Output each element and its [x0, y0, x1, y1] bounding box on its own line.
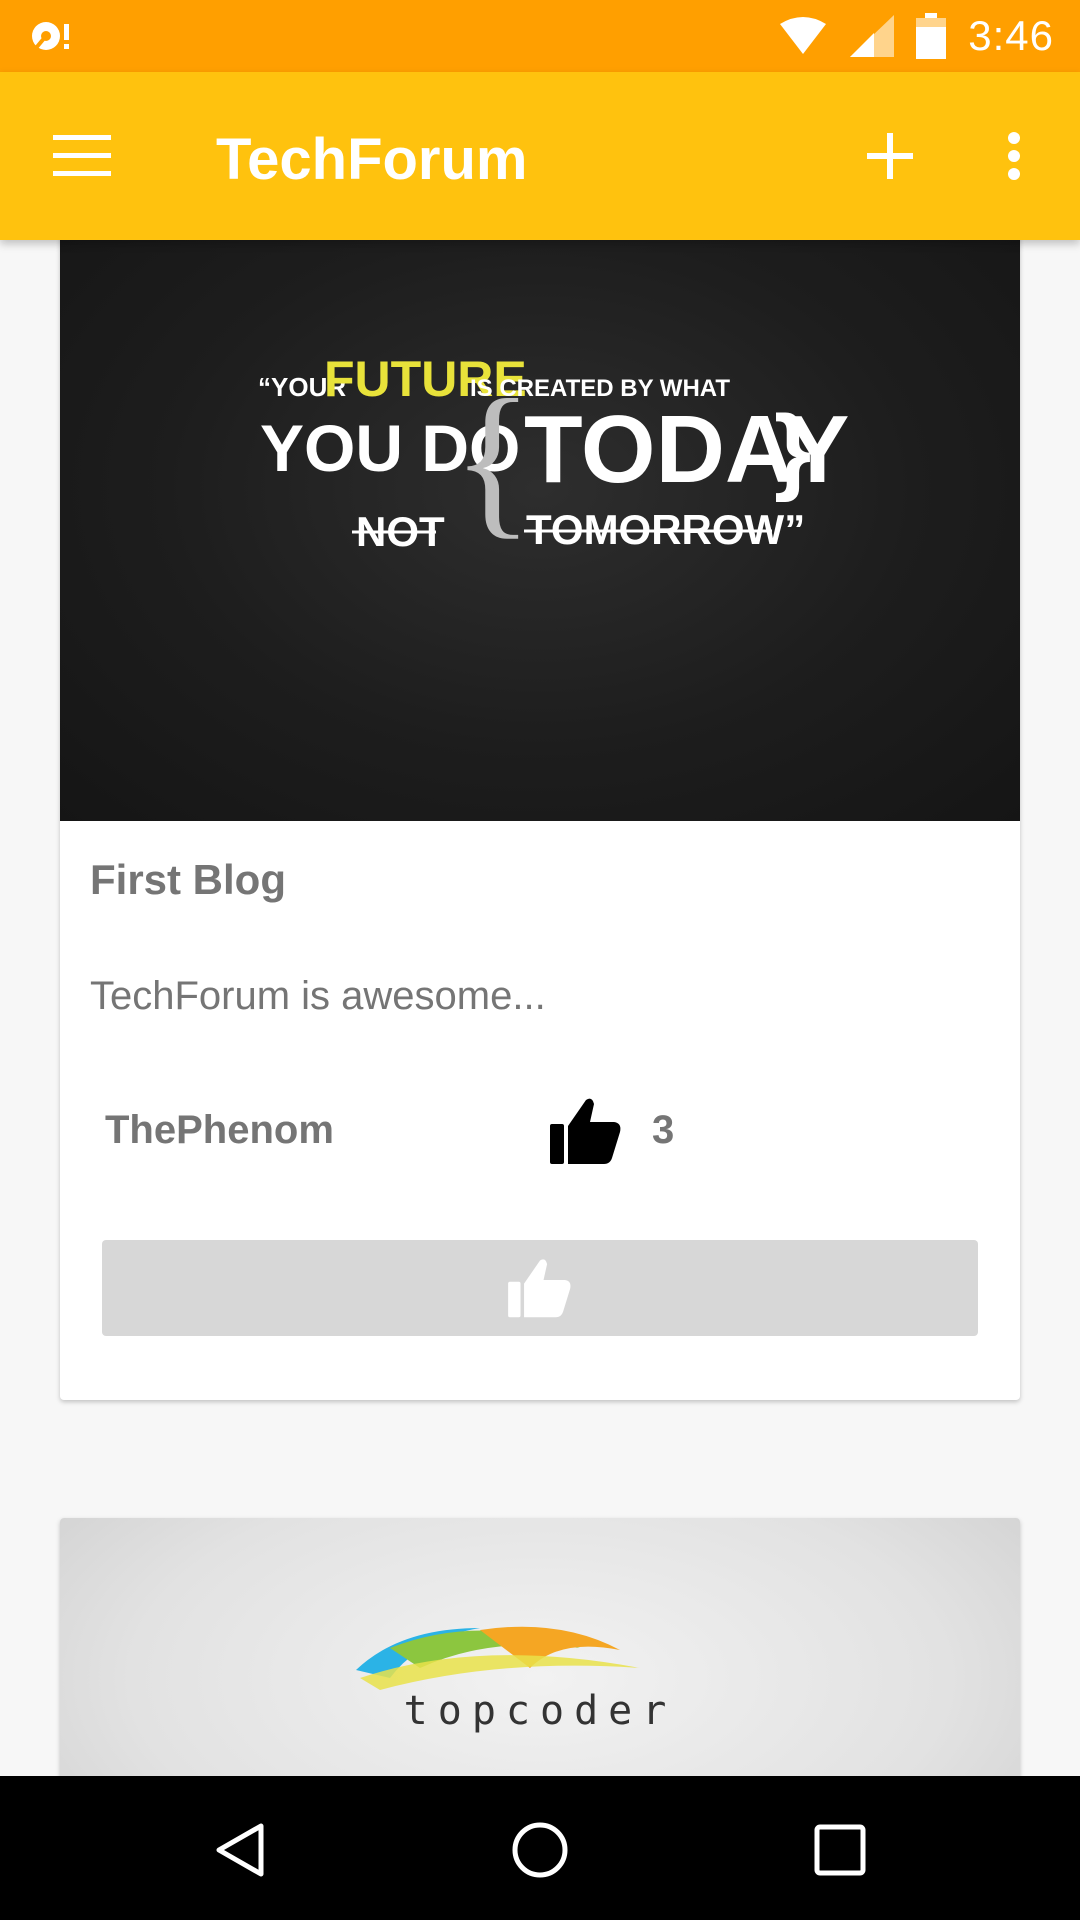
- add-icon: [867, 133, 913, 179]
- recents-icon: [814, 1824, 866, 1876]
- recents-button[interactable]: [798, 1808, 882, 1892]
- quote-close-brace: }: [774, 396, 811, 503]
- back-button[interactable]: [198, 1808, 282, 1892]
- post-image: topcoder: [60, 1518, 1020, 1776]
- like-count: 3: [652, 1108, 675, 1152]
- post-body: TechForum is awesome...: [90, 974, 546, 1018]
- home-button[interactable]: [498, 1808, 582, 1892]
- post-card[interactable]: “YOUR FUTURE IS CREATED BY WHAT YOU DO {…: [60, 240, 1020, 1400]
- notification-icon: [32, 22, 69, 50]
- status-bar: 3:46: [0, 0, 1080, 72]
- post-title: First Blog: [90, 856, 286, 903]
- more-options-button[interactable]: [972, 114, 1056, 198]
- menu-icon: [53, 135, 111, 176]
- post-card[interactable]: topcoder: [60, 1518, 1020, 1776]
- post-author: ThePhenom: [105, 1108, 334, 1152]
- status-time: 3:46: [968, 12, 1054, 59]
- battery-icon: [916, 13, 947, 59]
- logo-text: topcoder: [403, 1688, 677, 1734]
- quote-open-brace: {: [452, 365, 534, 553]
- post-image: “YOUR FUTURE IS CREATED BY WHAT YOU DO {…: [60, 240, 1020, 821]
- screen: 3:46 TechForum “YOUR FUTURE IS CREATED B…: [0, 0, 1080, 1920]
- cell-signal-icon: [850, 15, 895, 57]
- thumbs-up-icon: [508, 1259, 571, 1318]
- menu-button[interactable]: [40, 114, 124, 198]
- add-post-button[interactable]: [848, 114, 932, 198]
- post-feed[interactable]: “YOUR FUTURE IS CREATED BY WHAT YOU DO {…: [0, 240, 1080, 1776]
- wifi-icon: [780, 17, 827, 54]
- quote-graphic: “YOUR FUTURE IS CREATED BY WHAT YOU DO {…: [258, 351, 849, 555]
- back-icon: [216, 1823, 264, 1877]
- app-title: TechForum: [216, 127, 528, 192]
- like-button[interactable]: [102, 1240, 978, 1336]
- navigation-bar: [0, 1776, 1080, 1920]
- topcoder-logo-graphic: [356, 1626, 640, 1690]
- app-bar: TechForum: [0, 72, 1080, 240]
- thumbs-up-icon: [550, 1098, 621, 1164]
- home-icon: [512, 1822, 568, 1878]
- more-vert-icon: [1008, 132, 1020, 180]
